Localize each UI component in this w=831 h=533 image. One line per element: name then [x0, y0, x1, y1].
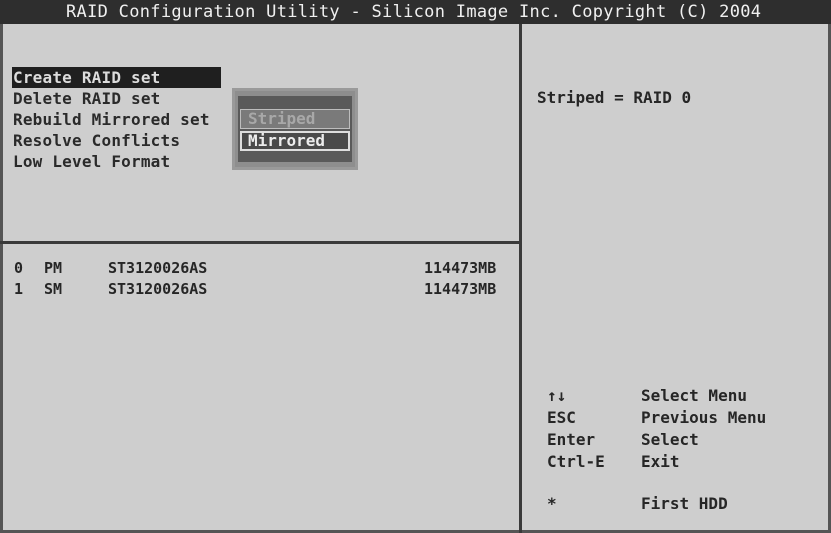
menu-item-rebuild-mirrored-set[interactable]: Rebuild Mirrored set: [12, 109, 221, 130]
key-help-row: ↑↓ Select Menu: [547, 385, 817, 407]
menu-item-resolve-conflicts[interactable]: Resolve Conflicts: [12, 130, 221, 151]
utility-title: RAID Configuration Utility - Silicon Ima…: [66, 2, 762, 22]
key-description: First HDD: [641, 494, 728, 513]
bios-screen: RAID Configuration Utility - Silicon Ima…: [0, 0, 831, 533]
title-bar: RAID Configuration Utility - Silicon Ima…: [0, 0, 831, 24]
drive-channel: PM: [44, 259, 63, 277]
arrow-keys-icon: ↑↓: [547, 386, 567, 405]
drive-id: 0: [14, 259, 24, 277]
drive-size: 114473MB: [424, 259, 497, 277]
drive-model: ST3120026AS: [108, 280, 208, 298]
popup-inner-panel: [238, 96, 352, 162]
main-menu: Create RAID set Delete RAID set Rebuild …: [12, 67, 221, 172]
drive-row[interactable]: 1 SM ST3120026AS 114473MB: [12, 279, 512, 300]
drive-list: 0 PM ST3120026AS 114473MB 1 SM ST3120026…: [12, 258, 512, 300]
key-description: Previous Menu: [641, 408, 767, 427]
panel-divider-horizontal: [0, 241, 519, 244]
key-description: Select: [641, 430, 699, 449]
key-help-row: * First HDD: [547, 493, 817, 515]
raid-info-text: Striped = RAID 0: [537, 88, 692, 107]
key-help-row: ESC Previous Menu: [547, 407, 817, 429]
key-help-legend: ↑↓ Select Menu ESC Previous Menu Enter S…: [547, 385, 817, 515]
menu-item-low-level-format[interactable]: Low Level Format: [12, 151, 221, 172]
popup-option-mirrored[interactable]: Mirrored: [240, 131, 350, 151]
drive-row[interactable]: 0 PM ST3120026AS 114473MB: [12, 258, 512, 279]
key-help-row: Ctrl-E Exit: [547, 451, 817, 473]
drive-channel: SM: [44, 280, 63, 298]
drive-model: ST3120026AS: [108, 259, 208, 277]
panel-divider-vertical: [519, 24, 522, 533]
asterisk-icon: *: [547, 494, 557, 513]
raid-type-popup: Striped Mirrored: [232, 88, 358, 170]
drive-size: 114473MB: [424, 280, 497, 298]
key-description: Select Menu: [641, 386, 747, 405]
frame-left-border: [0, 24, 3, 533]
key-name: ESC: [547, 408, 576, 427]
popup-option-striped[interactable]: Striped: [240, 109, 350, 129]
menu-item-create-raid-set[interactable]: Create RAID set: [12, 67, 221, 88]
key-description: Exit: [641, 452, 680, 471]
key-name: Enter: [547, 430, 596, 449]
key-help-row: Enter Select: [547, 429, 817, 451]
menu-item-delete-raid-set[interactable]: Delete RAID set: [12, 88, 221, 109]
key-name: Ctrl-E: [547, 452, 605, 471]
drive-id: 1: [14, 280, 24, 298]
